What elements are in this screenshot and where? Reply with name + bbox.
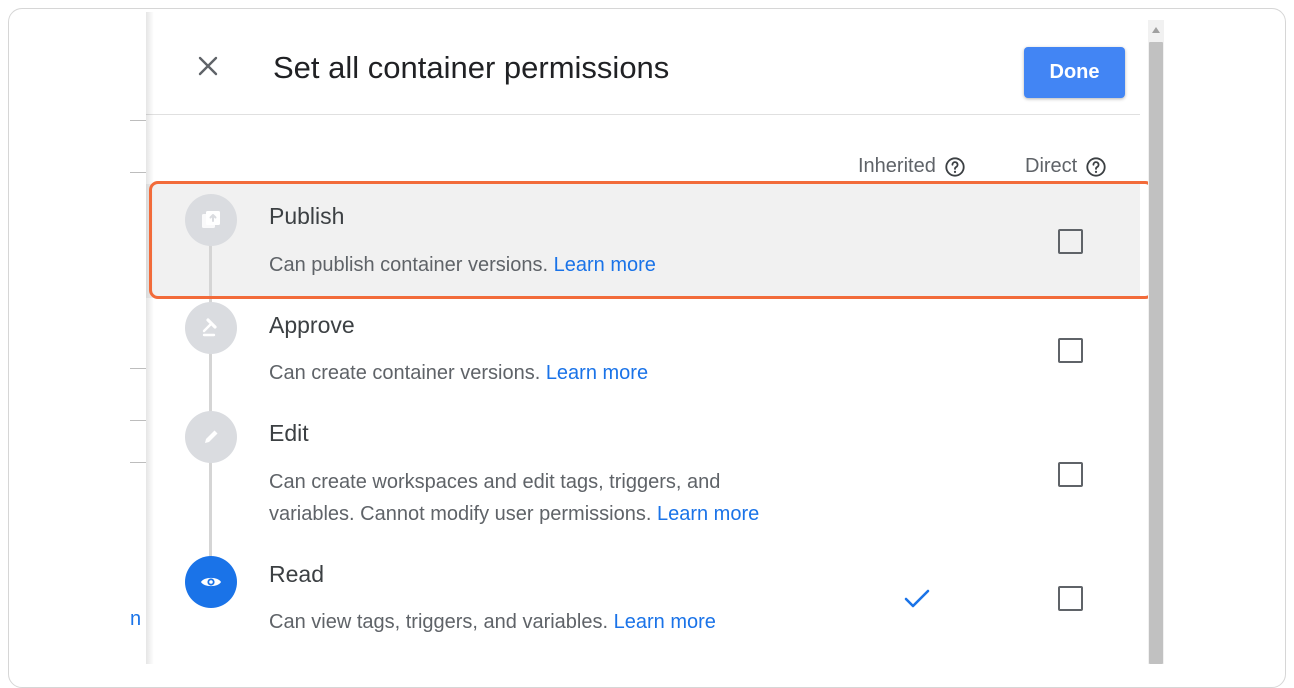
background-divider xyxy=(130,120,146,121)
role-name-publish: Publish xyxy=(269,203,345,229)
role-desc-text: Can publish container versions. xyxy=(269,254,549,276)
done-button[interactable]: Done xyxy=(1024,47,1125,98)
role-desc-line: variables. Cannot modify user permission… xyxy=(269,498,759,530)
direct-column-label: Direct xyxy=(1025,155,1078,177)
role-desc-text: variables. Cannot modify user permission… xyxy=(269,503,652,525)
dialog-title: Set all container permissions xyxy=(273,50,670,85)
scroll-up-arrow-icon[interactable] xyxy=(1152,27,1160,33)
inherited-help-icon[interactable] xyxy=(944,156,966,178)
learn-more-link-publish[interactable]: Learn more xyxy=(554,254,656,276)
background-divider xyxy=(130,420,146,421)
background-divider xyxy=(130,172,146,173)
direct-column-header: Direct xyxy=(1025,155,1107,178)
background-text-fragment: n xyxy=(130,608,142,630)
dialog-shadow xyxy=(146,12,154,664)
role-desc-publish: Can publish container versions. Learn mo… xyxy=(269,249,656,281)
role-desc-approve: Can create container versions. Learn mor… xyxy=(269,357,648,389)
pencil-icon xyxy=(185,411,237,463)
eye-icon xyxy=(185,556,237,608)
role-desc-edit: Can create workspaces and edit tags, tri… xyxy=(269,466,759,530)
role-desc-text: Can create container versions. xyxy=(269,362,541,384)
direct-checkbox-approve[interactable] xyxy=(1058,338,1083,363)
background-divider xyxy=(130,462,146,463)
inherited-column-header: Inherited xyxy=(858,155,966,178)
permission-timeline xyxy=(209,222,212,592)
background-divider xyxy=(130,368,146,369)
learn-more-link-read[interactable]: Learn more xyxy=(614,611,716,633)
close-button[interactable] xyxy=(192,50,224,82)
direct-checkbox-read[interactable] xyxy=(1058,586,1083,611)
scrollbar-thumb[interactable] xyxy=(1149,42,1163,664)
role-desc-read: Can view tags, triggers, and variables. … xyxy=(269,606,716,638)
direct-checkbox-edit[interactable] xyxy=(1058,462,1083,487)
inherited-column-label: Inherited xyxy=(858,155,936,177)
role-name-approve: Approve xyxy=(269,312,355,338)
learn-more-link-edit[interactable]: Learn more xyxy=(657,503,759,525)
role-name-edit: Edit xyxy=(269,420,309,446)
role-name-read: Read xyxy=(269,561,324,587)
background-page xyxy=(130,12,146,664)
permissions-dialog: Set all container permissions Done Inher… xyxy=(146,12,1140,672)
dialog-header: Set all container permissions Done xyxy=(146,12,1140,115)
role-desc-line: Can create workspaces and edit tags, tri… xyxy=(269,471,721,493)
inherited-check-icon xyxy=(904,589,930,608)
direct-checkbox-publish[interactable] xyxy=(1058,229,1083,254)
gavel-icon xyxy=(185,302,237,354)
direct-help-icon[interactable] xyxy=(1085,156,1107,178)
close-icon xyxy=(198,56,218,76)
publish-icon xyxy=(185,194,237,246)
learn-more-link-approve[interactable]: Learn more xyxy=(546,362,648,384)
role-desc-text: Can view tags, triggers, and variables. xyxy=(269,611,609,633)
